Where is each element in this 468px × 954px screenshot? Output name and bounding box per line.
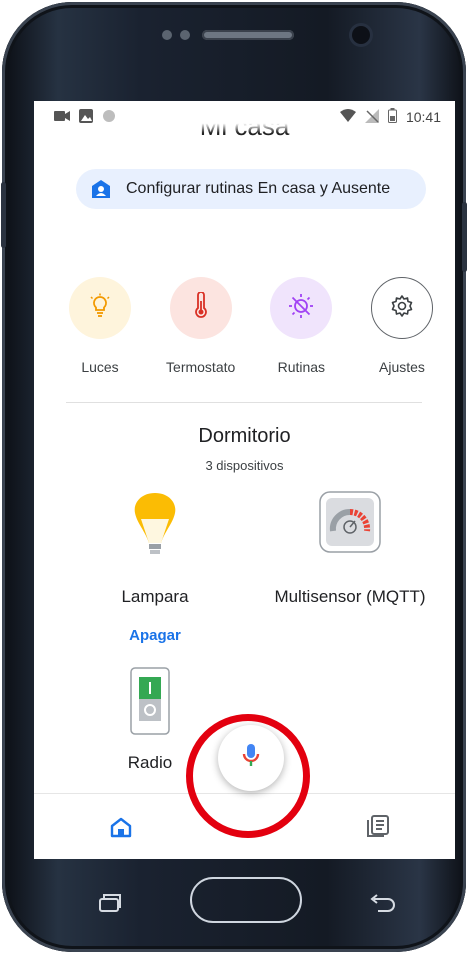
shortcut-row: Luces Termostato Rutinas Ajustes: [52, 277, 450, 375]
thermostat-shortcut-circle: [169, 277, 232, 339]
shortcut-label: Termostato: [166, 359, 236, 375]
recent-apps-key-icon[interactable]: [98, 893, 122, 918]
routines-setup-chip[interactable]: Configurar rutinas En casa y Ausente: [76, 169, 426, 209]
shortcut-label: Ajustes: [379, 359, 425, 375]
settings-shortcut-circle: [370, 277, 433, 339]
status-bar: 10:41: [34, 101, 455, 133]
gear-icon: [390, 294, 414, 323]
device-name: Radio: [127, 753, 173, 772]
shortcut-label: Luces: [81, 359, 119, 375]
lights-shortcut-circle: [69, 277, 131, 339]
earpiece-speaker: [202, 30, 294, 40]
gauge-sensor-icon: [260, 491, 440, 569]
device-card-radio[interactable]: Radio: [120, 667, 180, 773]
lamp-bulb-icon: [100, 491, 210, 569]
volume-button: [1, 182, 6, 248]
image-icon: [79, 108, 93, 126]
thermometer-icon: [191, 290, 211, 325]
shortcut-routines[interactable]: Rutinas: [253, 277, 349, 375]
device-count: 3 dispositivos: [205, 458, 284, 473]
routines-shortcut-circle: [270, 277, 333, 339]
video-camera-icon: [54, 109, 70, 125]
device-name: Lampara: [121, 587, 189, 606]
turn-off-button[interactable]: Apagar: [100, 627, 210, 644]
feed-tab-icon[interactable]: [366, 814, 390, 843]
switch-icon: [120, 667, 180, 739]
hardware-home-button[interactable]: [190, 877, 302, 923]
back-key-icon[interactable]: [368, 893, 396, 918]
room-title: Dormitorio: [198, 425, 291, 447]
highlight-circle: [186, 714, 310, 838]
no-signal-icon: [364, 108, 379, 126]
device-card-lampara[interactable]: Lampara Apagar: [100, 491, 210, 644]
wifi-icon: [339, 109, 356, 125]
routine-sun-icon: [287, 292, 315, 325]
front-camera: [352, 26, 370, 44]
section-divider: [66, 402, 422, 403]
device-name: Multisensor (MQTT): [274, 587, 426, 606]
home-tab-icon[interactable]: [110, 816, 132, 843]
home-person-icon: [90, 178, 112, 200]
circle-notification-icon: [102, 109, 116, 126]
lightbulb-icon: [87, 293, 113, 324]
shortcut-thermostat[interactable]: Termostato: [153, 277, 249, 375]
status-time: 10:41: [405, 109, 441, 125]
routines-chip-label: Configurar rutinas En casa y Ausente: [126, 180, 391, 197]
proximity-sensor: [162, 30, 172, 40]
battery-icon: [387, 108, 397, 126]
device-card-multisensor[interactable]: Multisensor (MQTT): [260, 491, 440, 607]
shortcut-label: Rutinas: [277, 359, 326, 375]
light-sensor: [180, 30, 190, 40]
power-button: [462, 202, 467, 272]
shortcut-lights[interactable]: Luces: [52, 277, 148, 375]
shortcut-settings[interactable]: Ajustes: [354, 277, 450, 375]
